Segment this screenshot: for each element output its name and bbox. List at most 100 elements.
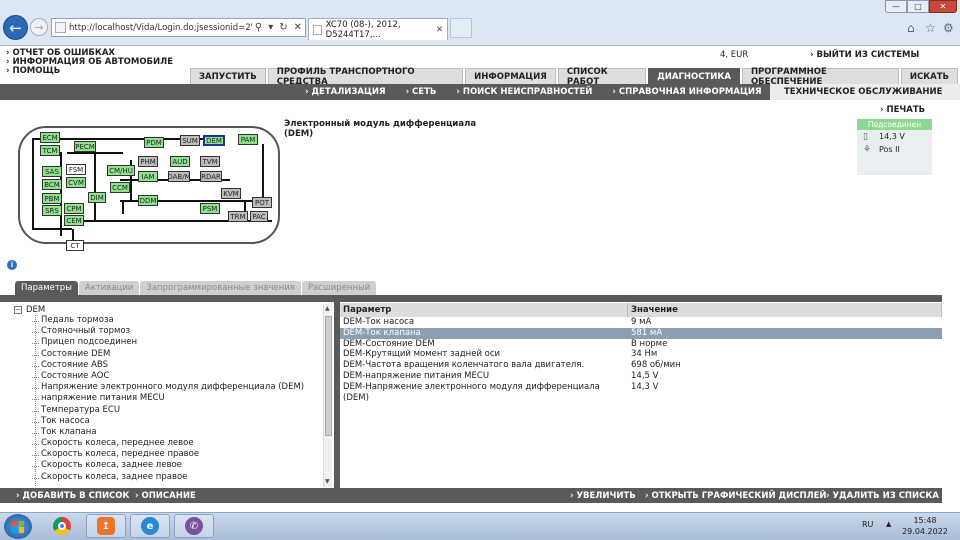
taskbar-app[interactable]: ↥ xyxy=(86,514,126,538)
open-graph-display-button[interactable]: ОТКРЫТЬ ГРАФИЧЕСКИЙ ДИСПЛЕЙ xyxy=(645,488,826,503)
table-row[interactable]: DEM-Состояние DEM В норме xyxy=(340,339,942,350)
tab-software[interactable]: ПРОГРАММНОЕ ОБЕСПЕЧЕНИЕ xyxy=(741,67,899,87)
tree-item[interactable]: Скорость колеса, переднее правое xyxy=(3,449,333,460)
tree-item[interactable]: Состояние ABS xyxy=(3,360,333,371)
tree-item[interactable]: Состояние AOC xyxy=(3,371,333,382)
module-sas[interactable]: SAS xyxy=(42,166,62,177)
tab-activations[interactable]: Активации xyxy=(78,281,140,295)
table-row[interactable]: DEM-Ток насоса 9 мА xyxy=(340,317,942,328)
module-tvm[interactable]: TVM xyxy=(200,156,220,167)
scroll-up-icon[interactable]: ▲ xyxy=(325,305,330,312)
table-row[interactable]: DEM-Напряжение электронного модуля диффе… xyxy=(340,382,942,403)
subnav-troubleshooting[interactable]: ПОИСК НЕИСПРАВНОСТЕЙ xyxy=(456,87,593,97)
tree-item[interactable]: Состояние DEM xyxy=(3,349,333,360)
tree-item[interactable]: Скорость колеса, заднее левое xyxy=(3,460,333,471)
description-button[interactable]: ОПИСАНИЕ xyxy=(135,488,195,503)
subnav-reference[interactable]: СПРАВОЧНАЯ ИНФОРМАЦИЯ xyxy=(612,87,762,97)
module-psm[interactable]: PSM xyxy=(200,203,220,214)
taskbar-ie[interactable]: e xyxy=(130,514,170,538)
table-row[interactable]: DEM-Крутящий момент задней оси 34 Нм xyxy=(340,349,942,360)
tab-advanced[interactable]: Расширенный xyxy=(301,281,377,295)
module-cem[interactable]: CEM xyxy=(64,215,84,226)
forward-icon[interactable]: → xyxy=(30,18,48,36)
tree-item[interactable]: Температура ECU xyxy=(3,405,333,416)
tree-item[interactable]: Скорость колеса, переднее левое xyxy=(3,438,333,449)
subnav-network[interactable]: СЕТЬ xyxy=(406,87,436,97)
tab-vehicle-profile[interactable]: ПРОФИЛЬ ТРАНСПОРТНОГО СРЕДСТВА xyxy=(267,67,464,87)
zoom-button[interactable]: УВЕЛИЧИТЬ xyxy=(570,488,635,503)
module-cvm[interactable]: CVM xyxy=(66,177,86,188)
collapse-icon[interactable]: − xyxy=(14,305,22,314)
home-icon[interactable]: ⌂ xyxy=(907,21,915,35)
tab-work-list[interactable]: СПИСОК РАБОТ xyxy=(557,67,647,87)
tree-item[interactable]: Педаль тормоза xyxy=(3,315,333,326)
module-aud[interactable]: AUD xyxy=(170,156,190,167)
address-url[interactable]: http://localhost/Vida/Login.do;jsessioni… xyxy=(69,23,252,33)
tree-item[interactable]: Стояночный тормоз xyxy=(3,326,333,337)
module-ddm[interactable]: DDM xyxy=(138,195,158,206)
module-tcm[interactable]: TCM xyxy=(40,145,60,156)
new-tab-button[interactable] xyxy=(450,18,472,38)
module-pdm[interactable]: PDM xyxy=(144,137,164,148)
tree-item[interactable]: Ток насоса xyxy=(3,416,333,427)
module-bcm[interactable]: BCM xyxy=(42,179,62,190)
module-srs[interactable]: SRS xyxy=(42,205,62,216)
logout-link[interactable]: › ВЫЙТИ ИЗ СИСТЕМЫ xyxy=(810,50,919,60)
module-phm[interactable]: PHM xyxy=(138,156,158,167)
tray-expand-icon[interactable]: ▲ xyxy=(886,520,891,528)
minimize-icon[interactable]: — xyxy=(885,0,907,13)
column-header-value[interactable]: Значение xyxy=(628,303,942,317)
maximize-icon[interactable]: □ xyxy=(907,0,929,13)
module-pam[interactable]: PAM xyxy=(238,134,258,145)
tree-item[interactable]: Напряжение электронного модуля дифференц… xyxy=(3,382,333,393)
add-to-list-button[interactable]: ДОБАВИТЬ В СПИСОК xyxy=(16,488,129,503)
tab-diagnostics[interactable]: ДИАГНОСТИКА xyxy=(648,68,740,84)
taskbar-chrome[interactable] xyxy=(42,514,82,538)
tab-search[interactable]: ИСКАТЬ xyxy=(900,68,958,84)
subnav-maintenance[interactable]: ТЕХНИЧЕСКОЕ ОБСЛУЖИВАНИЕ xyxy=(770,84,960,100)
module-ccm[interactable]: CCM xyxy=(110,182,130,193)
module-sum[interactable]: SUM xyxy=(180,135,200,146)
language-indicator[interactable]: RU xyxy=(862,520,873,529)
taskbar-viber[interactable]: ✆ xyxy=(174,514,214,538)
subnav-details[interactable]: ДЕТАЛИЗАЦИЯ xyxy=(305,87,385,97)
tree-item[interactable]: Ток клапана xyxy=(3,427,333,438)
module-kvm[interactable]: KVM xyxy=(221,188,241,199)
remove-from-list-button[interactable]: УДАЛИТЬ ИЗ СПИСКА xyxy=(826,488,938,503)
tree-item[interactable]: Скорость колеса, заднее правое xyxy=(3,472,333,483)
module-dem[interactable]: DEM xyxy=(203,135,225,146)
back-icon[interactable]: ← xyxy=(3,15,28,40)
info-icon[interactable]: i xyxy=(7,260,17,270)
stop-icon[interactable]: ✕ xyxy=(291,22,305,33)
tree-item[interactable]: напряжение питания MECU xyxy=(3,393,333,404)
dropdown-icon[interactable]: ▾ xyxy=(265,22,276,33)
table-row[interactable]: DEM-Ток клапана 581 мА xyxy=(340,327,942,339)
print-link[interactable]: ПЕЧАТЬ xyxy=(880,105,925,115)
scrollbar-thumb[interactable] xyxy=(325,316,332,436)
star-icon[interactable]: ☆ xyxy=(925,21,936,35)
module-cm-hu[interactable]: CM/HU xyxy=(107,165,135,176)
tree-scrollbar[interactable]: ▲ ▼ xyxy=(323,304,332,487)
module-iam[interactable]: IAM xyxy=(138,171,158,182)
tab-information[interactable]: ИНФОРМАЦИЯ xyxy=(465,68,556,84)
module-pecm[interactable]: PECM xyxy=(74,141,96,152)
module-fsm[interactable]: FSM xyxy=(66,164,86,175)
module-pot[interactable]: POT xyxy=(252,197,272,208)
address-bar[interactable]: http://localhost/Vida/Login.do;jsessioni… xyxy=(51,18,306,37)
browser-tab[interactable]: XC70 (08-), 2012, D5244T17,... ✕ xyxy=(308,18,448,40)
module-cpm[interactable]: CPM xyxy=(64,203,84,214)
column-header-parameter[interactable]: Параметр xyxy=(340,303,628,317)
tree-root[interactable]: − DEM xyxy=(3,304,333,315)
module-dim[interactable]: DIM xyxy=(88,192,106,203)
menu-help[interactable]: ПОМОЩЬ xyxy=(6,67,173,76)
tree-item[interactable]: Прицеп подсоединен xyxy=(3,337,333,348)
search-icon[interactable]: ⚲ xyxy=(252,22,265,33)
start-button[interactable] xyxy=(4,514,32,539)
module-rdar[interactable]: RDAR xyxy=(200,171,222,182)
module-dab[interactable]: DAB/M xyxy=(167,171,191,182)
module-ecm[interactable]: ECM xyxy=(40,132,60,143)
tab-programmed-values[interactable]: Запрограммированные значения xyxy=(140,281,301,295)
gear-icon[interactable]: ⚙ xyxy=(943,21,954,35)
refresh-icon[interactable]: ↻ xyxy=(276,22,290,33)
close-tab-icon[interactable]: ✕ xyxy=(436,25,443,35)
